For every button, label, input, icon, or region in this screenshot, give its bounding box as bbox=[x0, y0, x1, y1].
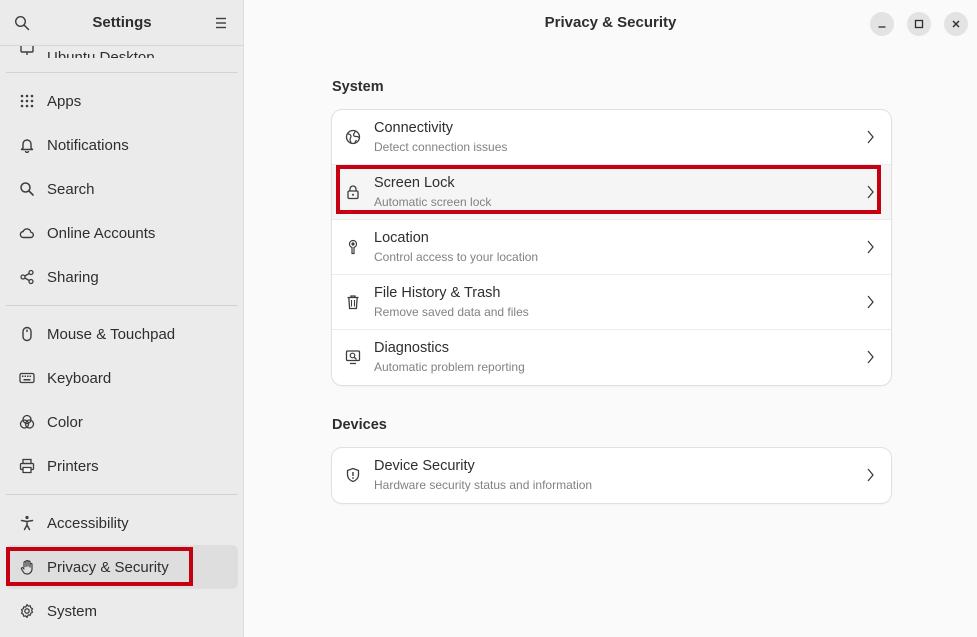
minimize-icon bbox=[878, 26, 886, 28]
section-title-system: System bbox=[332, 79, 384, 95]
sidebar: Ubuntu Desktop Apps Notifications Search… bbox=[0, 0, 244, 637]
sidebar-item-label: Apps bbox=[47, 92, 82, 110]
sidebar-item-printers[interactable]: Printers bbox=[0, 444, 243, 488]
row-text: Diagnostics Automatic problem reporting bbox=[374, 339, 525, 375]
row-connectivity[interactable]: Connectivity Detect connection issues bbox=[332, 110, 891, 165]
sidebar-item-apps[interactable]: Apps bbox=[0, 79, 243, 123]
minimize-button[interactable] bbox=[870, 12, 894, 36]
sidebar-item-label: Mouse & Touchpad bbox=[47, 325, 176, 343]
sidebar-separator bbox=[6, 72, 238, 73]
globe-icon bbox=[344, 128, 362, 146]
devices-card: Device Security Hardware security status… bbox=[332, 448, 891, 503]
sidebar-item-privacy-security[interactable]: Privacy & Security bbox=[6, 545, 238, 589]
maximize-icon bbox=[914, 19, 924, 29]
trash-icon bbox=[344, 293, 362, 311]
lock-icon bbox=[344, 183, 362, 201]
row-file-history-trash[interactable]: File History & Trash Remove saved data a… bbox=[332, 275, 891, 330]
sidebar-item-mouse-touchpad[interactable]: Mouse & Touchpad bbox=[0, 312, 243, 356]
close-icon bbox=[952, 20, 960, 28]
color-icon bbox=[18, 413, 36, 431]
sidebar-separator bbox=[6, 494, 238, 495]
sidebar-item-color[interactable]: Color bbox=[0, 400, 243, 444]
row-device-security[interactable]: Device Security Hardware security status… bbox=[332, 448, 891, 503]
location-pin-icon bbox=[344, 238, 362, 256]
search-icon bbox=[18, 180, 36, 198]
sidebar-item-label: Online Accounts bbox=[47, 224, 156, 242]
chevron-right-icon bbox=[867, 185, 874, 199]
keyboard-icon bbox=[18, 369, 36, 387]
chevron-right-icon bbox=[867, 240, 874, 254]
sidebar-item-label: Accessibility bbox=[47, 514, 129, 532]
sidebar-item-search[interactable]: Search bbox=[0, 167, 243, 211]
row-screen-lock[interactable]: Screen Lock Automatic screen lock bbox=[332, 165, 891, 220]
chevron-right-icon bbox=[867, 295, 874, 309]
shield-icon bbox=[344, 466, 362, 484]
hamburger-menu-icon bbox=[216, 17, 226, 29]
chevron-right-icon bbox=[867, 350, 874, 364]
row-title: Diagnostics bbox=[374, 340, 449, 356]
settings-window: Ubuntu Desktop Apps Notifications Search… bbox=[0, 0, 977, 637]
sidebar-item-label: System bbox=[47, 602, 98, 620]
printer-icon bbox=[18, 457, 36, 475]
row-subtitle: Hardware security status and information bbox=[374, 478, 593, 492]
sidebar-title: Settings bbox=[92, 14, 152, 31]
row-title: Connectivity bbox=[374, 120, 453, 136]
hand-icon bbox=[18, 558, 36, 576]
row-diagnostics[interactable]: Diagnostics Automatic problem reporting bbox=[332, 330, 891, 385]
chevron-right-icon bbox=[867, 468, 874, 482]
sidebar-item-label: Sharing bbox=[47, 268, 99, 286]
bell-icon bbox=[18, 136, 36, 154]
maximize-button[interactable] bbox=[907, 12, 931, 36]
sidebar-item-label: Printers bbox=[47, 457, 99, 475]
share-icon bbox=[18, 268, 36, 286]
sidebar-list: Ubuntu Desktop Apps Notifications Search… bbox=[0, 30, 243, 633]
sidebar-item-online-accounts[interactable]: Online Accounts bbox=[0, 211, 243, 255]
apps-grid-icon bbox=[18, 92, 36, 110]
row-text: Device Security Hardware security status… bbox=[374, 457, 592, 493]
row-text: File History & Trash Remove saved data a… bbox=[374, 284, 529, 320]
gear-icon bbox=[18, 602, 36, 620]
sidebar-item-accessibility[interactable]: Accessibility bbox=[0, 501, 243, 545]
cloud-icon bbox=[18, 224, 36, 242]
row-title: File History & Trash bbox=[374, 285, 501, 301]
sidebar-item-keyboard[interactable]: Keyboard bbox=[0, 356, 243, 400]
row-subtitle: Control access to your location bbox=[374, 250, 539, 264]
sidebar-item-label: Color bbox=[47, 413, 83, 431]
row-subtitle: Automatic problem reporting bbox=[374, 360, 525, 374]
page-title: Privacy & Security bbox=[544, 14, 677, 31]
system-card: Connectivity Detect connection issues Sc… bbox=[332, 110, 891, 385]
diagnostics-icon bbox=[344, 348, 362, 366]
close-button[interactable] bbox=[944, 12, 968, 36]
row-subtitle: Automatic screen lock bbox=[374, 195, 492, 209]
sidebar-item-label: Notifications bbox=[47, 136, 129, 154]
section-title-devices: Devices bbox=[332, 417, 387, 433]
sidebar-item-label: Privacy & Security bbox=[47, 558, 169, 576]
row-text: Connectivity Detect connection issues bbox=[374, 119, 507, 155]
sidebar-item-label: Ubuntu Desktop bbox=[47, 49, 155, 58]
row-subtitle: Remove saved data and files bbox=[374, 305, 529, 319]
mouse-icon bbox=[18, 325, 36, 343]
row-text: Location Control access to your location bbox=[374, 229, 538, 265]
sidebar-item-label: Search bbox=[47, 180, 95, 198]
sidebar-item-sharing[interactable]: Sharing bbox=[0, 255, 243, 299]
sidebar-item-notifications[interactable]: Notifications bbox=[0, 123, 243, 167]
chevron-right-icon bbox=[867, 130, 874, 144]
sidebar-header: Settings bbox=[0, 0, 243, 46]
row-title: Device Security bbox=[374, 458, 475, 474]
sidebar-separator bbox=[6, 305, 238, 306]
sidebar-item-label: Keyboard bbox=[47, 369, 112, 387]
menu-button[interactable] bbox=[210, 12, 232, 34]
accessibility-icon bbox=[18, 514, 36, 532]
row-subtitle: Detect connection issues bbox=[374, 140, 508, 154]
row-location[interactable]: Location Control access to your location bbox=[332, 220, 891, 275]
row-title: Location bbox=[374, 230, 429, 246]
sidebar-item-system[interactable]: System bbox=[0, 589, 243, 633]
row-text: Screen Lock Automatic screen lock bbox=[374, 174, 491, 210]
row-title: Screen Lock bbox=[374, 175, 455, 191]
